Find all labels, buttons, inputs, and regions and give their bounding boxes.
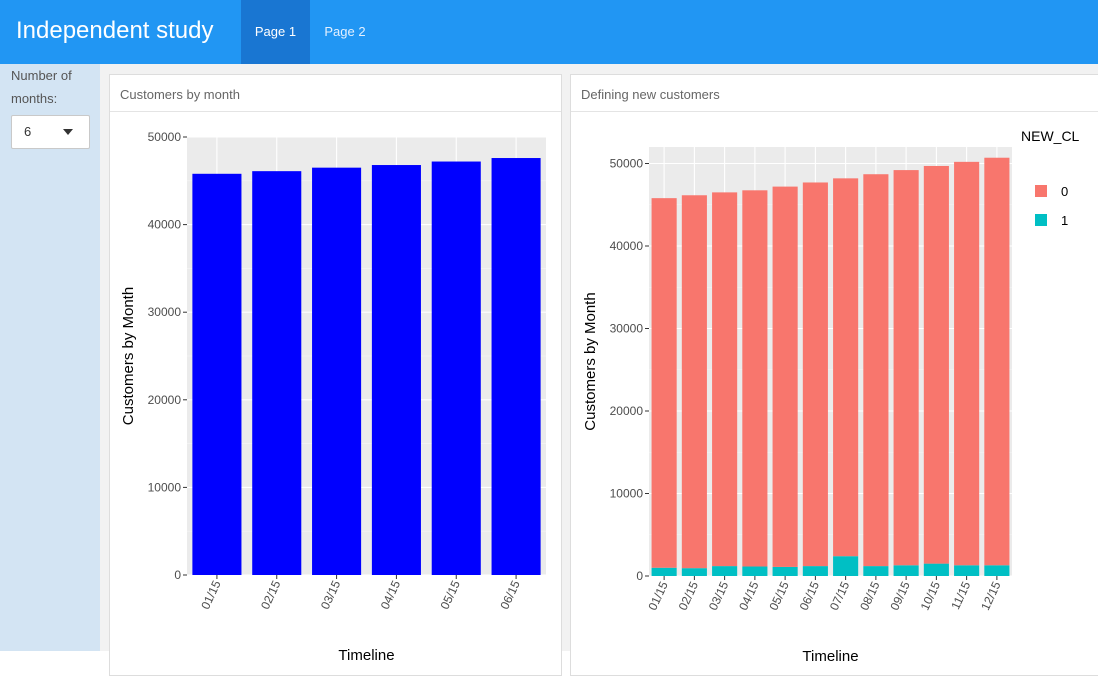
x-tick-label: 03/15 bbox=[318, 578, 344, 611]
customers-by-month-panel: Customers by month 0 10000 20000 30000 40000… bbox=[109, 74, 562, 676]
x-tick-label: 08/15 bbox=[857, 579, 883, 612]
bar-segment-1 bbox=[863, 566, 889, 576]
x-tick-label: 02/15 bbox=[258, 578, 284, 611]
navbar: Independent study Page 1 Page 2 bbox=[0, 0, 1098, 64]
y-tick-label: 20000 bbox=[610, 404, 644, 418]
y-tick-label: 40000 bbox=[610, 239, 644, 253]
y-tick-label: 20000 bbox=[148, 393, 182, 407]
y-tick-label: 10000 bbox=[148, 480, 182, 494]
x-tick-label: 05/15 bbox=[438, 578, 464, 611]
bar-segment-0 bbox=[863, 174, 889, 567]
months-select[interactable]: 6 bbox=[11, 115, 90, 149]
x-tick-label: 02/15 bbox=[676, 579, 702, 612]
bar-segment-0 bbox=[651, 198, 677, 568]
legend-label-1: 1 bbox=[1061, 213, 1068, 228]
bar-segment-1 bbox=[954, 565, 980, 576]
bar-segment-0 bbox=[772, 186, 798, 567]
sidebar bbox=[0, 64, 100, 651]
y-tick-label: 30000 bbox=[148, 305, 182, 319]
x-tick-label: 04/15 bbox=[736, 579, 762, 612]
bar-segment-1 bbox=[893, 565, 919, 576]
x-tick-label: 01/15 bbox=[645, 579, 671, 612]
bar bbox=[491, 158, 541, 576]
bar bbox=[192, 173, 242, 575]
bar bbox=[371, 165, 421, 576]
bar-segment-1 bbox=[984, 565, 1010, 576]
app-title: Independent study bbox=[16, 17, 214, 44]
new-customers-chart: 0 10000 20000 30000 40000 50000 01/15 02/15 03/1… bbox=[582, 128, 1080, 665]
x-tick-label: 12/15 bbox=[978, 579, 1004, 612]
x-tick-label: 06/15 bbox=[497, 578, 523, 611]
bar-segment-1 bbox=[742, 566, 768, 576]
bar-segment-0 bbox=[923, 165, 949, 564]
months-select-value: 6 bbox=[24, 124, 32, 139]
x-tick-label: 11/15 bbox=[948, 579, 973, 612]
y-axis-title: Customers by Month bbox=[120, 287, 137, 425]
x-tick-label: 09/15 bbox=[887, 579, 913, 612]
bar-segment-1 bbox=[712, 566, 738, 576]
bar bbox=[312, 167, 362, 575]
tab-page-1[interactable]: Page 1 bbox=[241, 0, 310, 64]
bar-segment-0 bbox=[893, 170, 919, 566]
bar-segment-1 bbox=[802, 566, 828, 576]
bar-segment-0 bbox=[984, 157, 1010, 566]
x-axis-title: Timeline bbox=[338, 647, 394, 664]
y-tick-label: 30000 bbox=[610, 322, 644, 336]
x-tick-label: 05/15 bbox=[766, 579, 792, 612]
bar bbox=[252, 171, 302, 575]
y-axis-title: Customers by Month bbox=[582, 292, 599, 430]
y-tick-label: 50000 bbox=[148, 130, 182, 144]
bar-segment-0 bbox=[742, 190, 768, 567]
y-tick-label: 40000 bbox=[148, 218, 182, 232]
x-tick-label: 10/15 bbox=[918, 579, 944, 612]
bar-segment-0 bbox=[833, 178, 859, 557]
legend-key-1 bbox=[1035, 214, 1047, 226]
y-tick-label: 0 bbox=[174, 568, 181, 582]
x-tick-label: 04/15 bbox=[378, 578, 404, 611]
bar-segment-1 bbox=[772, 566, 798, 576]
legend-label-0: 0 bbox=[1061, 184, 1068, 199]
y-tick-label: 10000 bbox=[610, 487, 644, 501]
new-customers-panel: Defining new customers 0 10000 20000 30000 4… bbox=[570, 74, 1098, 676]
bar bbox=[431, 161, 481, 575]
x-tick-label: 01/15 bbox=[198, 578, 224, 611]
bar-segment-0 bbox=[802, 182, 828, 567]
y-tick-label: 0 bbox=[636, 569, 643, 583]
bar-segment-1 bbox=[681, 568, 707, 576]
x-tick-label: 03/15 bbox=[706, 579, 732, 612]
chevron-down-icon bbox=[63, 129, 73, 135]
legend-title: NEW_CL bbox=[1021, 128, 1080, 144]
x-tick-label: 07/15 bbox=[827, 579, 853, 612]
months-label: Number of months: bbox=[11, 68, 72, 106]
x-tick-label: 06/15 bbox=[797, 579, 823, 612]
customers-by-month-chart: 0 10000 20000 30000 40000 50000 01/15 02/15 03/1… bbox=[120, 130, 546, 664]
bar-segment-1 bbox=[651, 567, 677, 576]
legend-key-0 bbox=[1035, 185, 1047, 197]
bar-segment-0 bbox=[954, 161, 980, 566]
y-tick-label: 50000 bbox=[610, 157, 644, 171]
bar-segment-0 bbox=[681, 195, 707, 569]
bar-segment-0 bbox=[712, 192, 738, 567]
bar-segment-1 bbox=[833, 556, 859, 576]
tab-page-2[interactable]: Page 2 bbox=[310, 0, 380, 64]
bar-segment-1 bbox=[923, 563, 949, 576]
